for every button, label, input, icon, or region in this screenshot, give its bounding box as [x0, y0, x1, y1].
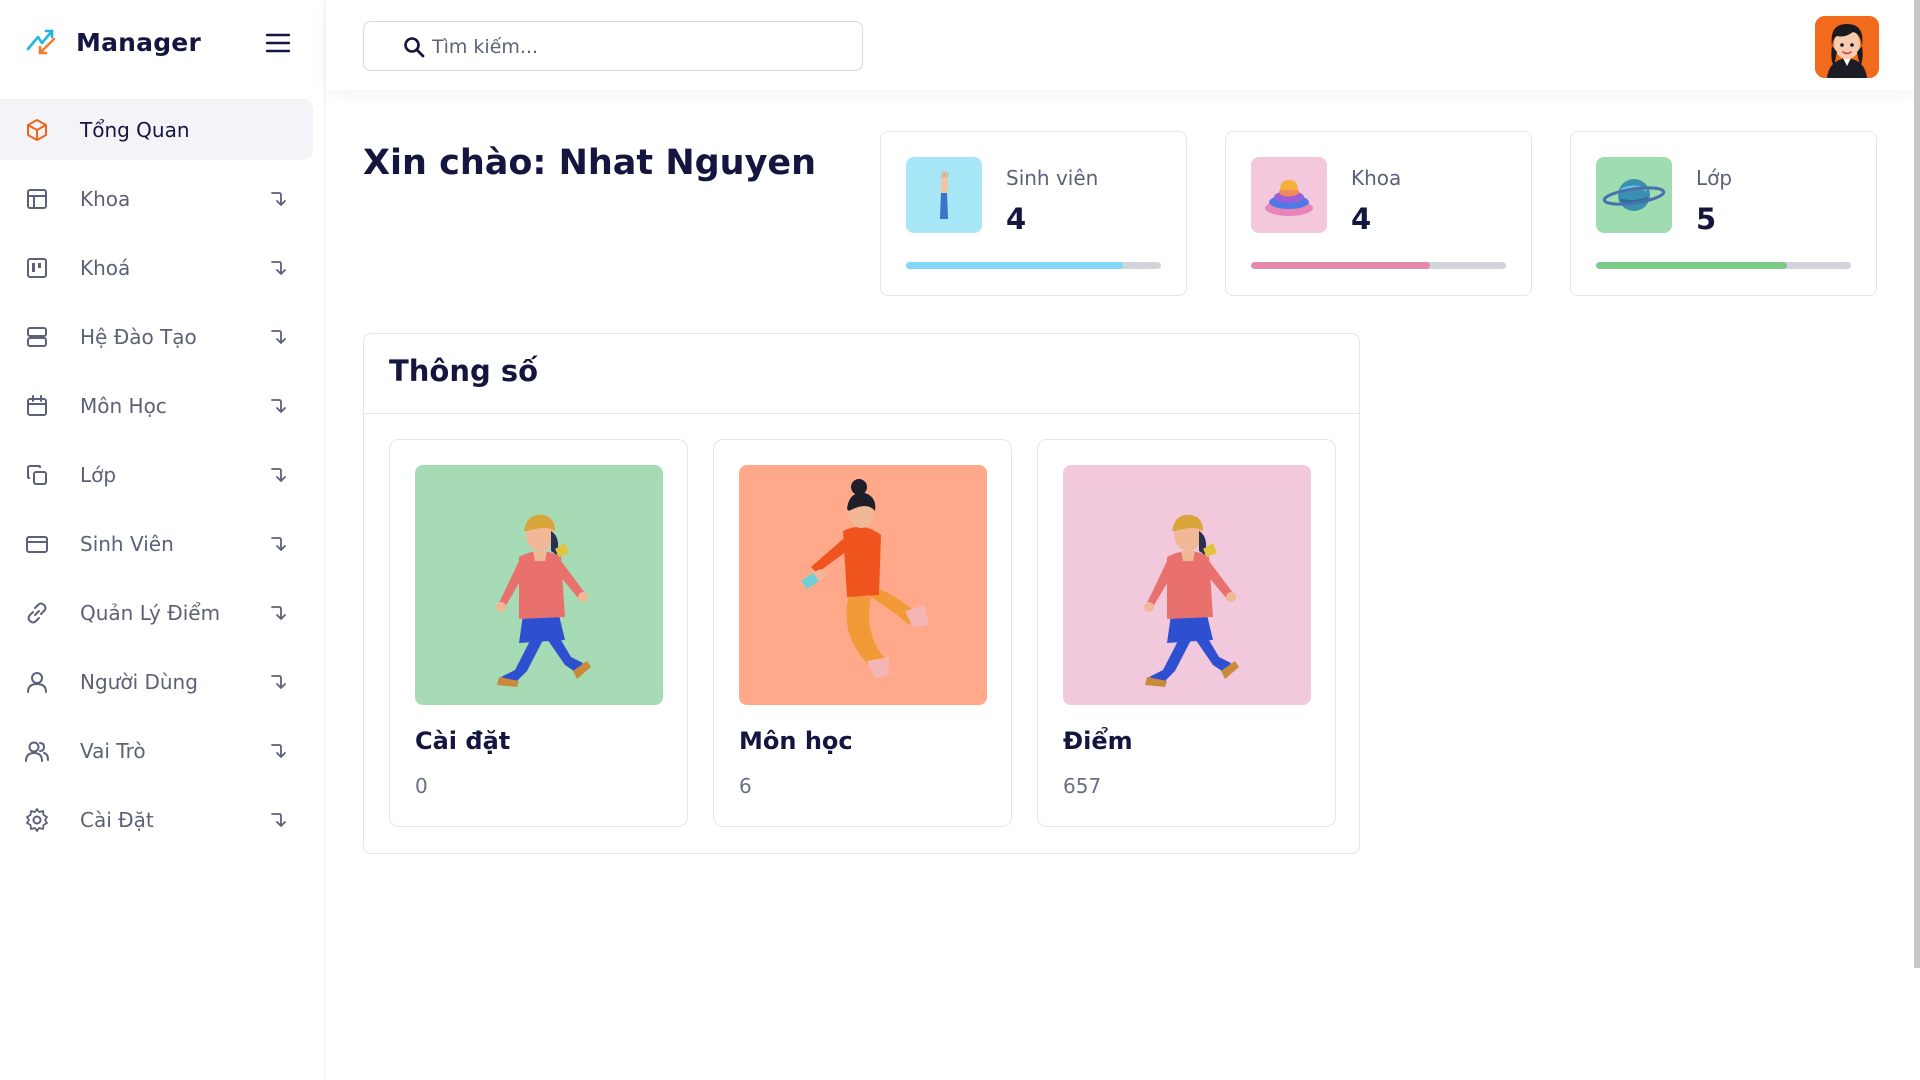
sidebar-item-label: Môn Học — [80, 393, 167, 418]
sidebar-item-mon-hoc[interactable]: Môn Học — [0, 375, 325, 436]
corner-down-right-icon — [271, 605, 286, 620]
corner-down-right-icon — [271, 191, 286, 206]
sidebar-item-he-dao-tao[interactable]: Hệ Đào Tạo — [0, 306, 325, 367]
corner-down-right-icon — [271, 743, 286, 758]
sidebar-item-label: Khoá — [80, 255, 131, 280]
panel-title: Thông số — [389, 354, 539, 388]
tile-title: Cài đặt — [415, 727, 511, 755]
calendar-icon — [27, 394, 47, 416]
stacked-discs-icon — [1251, 157, 1327, 233]
tile-value: 0 — [415, 774, 428, 798]
stat-card-sinh-vien[interactable]: Sinh viên 4 — [880, 131, 1187, 296]
corner-down-right-icon — [271, 674, 286, 689]
search-box[interactable] — [363, 21, 863, 71]
sidebar-item-quan-ly-diem[interactable]: Quản Lý Điểm — [0, 582, 325, 643]
tile-mon-hoc[interactable]: Môn học 6 — [713, 439, 1012, 827]
walking-person-illustration — [415, 465, 663, 705]
hamburger-menu-icon[interactable] — [264, 30, 292, 56]
stat-value: 4 — [1006, 202, 1027, 236]
sidebar-item-khoa-hoc[interactable]: Khoá — [0, 237, 325, 298]
corner-down-right-icon — [271, 260, 286, 275]
stat-progress-track — [1596, 262, 1851, 269]
avatar[interactable] — [1815, 16, 1879, 78]
link-icon — [27, 602, 47, 623]
brand[interactable]: Manager — [24, 22, 201, 62]
stat-progress-fill — [906, 262, 1123, 269]
sidebar-item-label: Hệ Đào Tạo — [80, 324, 197, 349]
tile-diem[interactable]: Điểm 657 — [1037, 439, 1336, 827]
brand-name: Manager — [76, 27, 201, 57]
sidebar: Manager Tổng Quan Khoa Khoá Hệ Đào Tạo M… — [0, 0, 325, 1080]
server-icon — [27, 326, 47, 347]
page-title: Xin chào: Nhat Nguyen — [363, 143, 817, 183]
tile-value: 657 — [1063, 774, 1102, 798]
sidebar-item-vai-tro[interactable]: Vai Trò — [0, 720, 325, 781]
stat-card-lop[interactable]: Lớp 5 — [1570, 131, 1877, 296]
stat-progress-fill — [1596, 262, 1788, 269]
sidebar-nav: Tổng Quan Khoa Khoá Hệ Đào Tạo Môn Học L… — [0, 99, 325, 858]
panel-header: Thông số — [364, 334, 1359, 414]
cube-icon — [27, 118, 47, 141]
corner-down-right-icon — [271, 329, 286, 344]
sidebar-item-nguoi-dung[interactable]: Người Dùng — [0, 651, 325, 712]
kanban-icon — [27, 257, 47, 278]
sidebar-item-cai-dat[interactable]: Cài Đặt — [0, 789, 325, 850]
sidebar-item-label: Người Dùng — [80, 669, 198, 694]
jumping-person-illustration — [739, 465, 987, 705]
settings-icon — [26, 807, 48, 832]
sidebar-item-label: Cài Đặt — [80, 807, 154, 832]
users-icon — [25, 741, 49, 762]
search-icon[interactable] — [402, 35, 426, 59]
corner-down-right-icon — [271, 536, 286, 551]
sidebar-item-lop[interactable]: Lớp — [0, 444, 325, 505]
avatar-illustration — [1815, 16, 1879, 78]
tile-cai-dat[interactable]: Cài đặt 0 — [389, 439, 688, 827]
stat-label: Lớp — [1696, 166, 1733, 190]
user-icon — [27, 671, 47, 693]
sidebar-item-sinh-vien[interactable]: Sinh Viên — [0, 513, 325, 574]
stat-card-khoa[interactable]: Khoa 4 — [1225, 131, 1532, 296]
stat-label: Khoa — [1351, 166, 1402, 190]
sidebar-item-khoa[interactable]: Khoa — [0, 168, 325, 229]
sidebar-item-label: Khoa — [80, 186, 131, 211]
brand-logo-icon — [26, 29, 56, 55]
search-input[interactable] — [432, 32, 832, 62]
planet-icon — [1596, 157, 1672, 233]
credit-card-icon — [26, 535, 48, 553]
raised-arm-icon — [906, 157, 982, 233]
stats-panel: Thông số Cài đặt 0 Môn học 6 Điểm 657 — [363, 333, 1360, 854]
sidebar-item-label: Vai Trò — [80, 738, 146, 763]
sidebar-item-tong-quan[interactable]: Tổng Quan — [0, 99, 313, 160]
corner-down-right-icon — [271, 812, 286, 827]
sidebar-item-label: Lớp — [80, 462, 117, 487]
stat-progress-track — [906, 262, 1161, 269]
tile-title: Môn học — [739, 727, 853, 755]
stat-progress-fill — [1251, 262, 1430, 269]
sidebar-item-label: Sinh Viên — [80, 531, 174, 556]
walking-person-illustration — [1063, 465, 1311, 705]
stat-progress-track — [1251, 262, 1506, 269]
tile-value: 6 — [739, 774, 752, 798]
corner-down-right-icon — [271, 398, 286, 413]
tile-title: Điểm — [1063, 727, 1133, 755]
layout-icon — [27, 188, 47, 209]
copy-icon — [27, 464, 47, 485]
corner-down-right-icon — [271, 467, 286, 482]
sidebar-item-label: Quản Lý Điểm — [80, 600, 221, 625]
topbar — [326, 0, 1920, 90]
page-scrollbar[interactable] — [1914, 0, 1920, 968]
sidebar-item-label: Tổng Quan — [80, 117, 190, 142]
stat-value: 5 — [1696, 202, 1717, 236]
stat-value: 4 — [1351, 202, 1372, 236]
stat-label: Sinh viên — [1006, 166, 1099, 190]
